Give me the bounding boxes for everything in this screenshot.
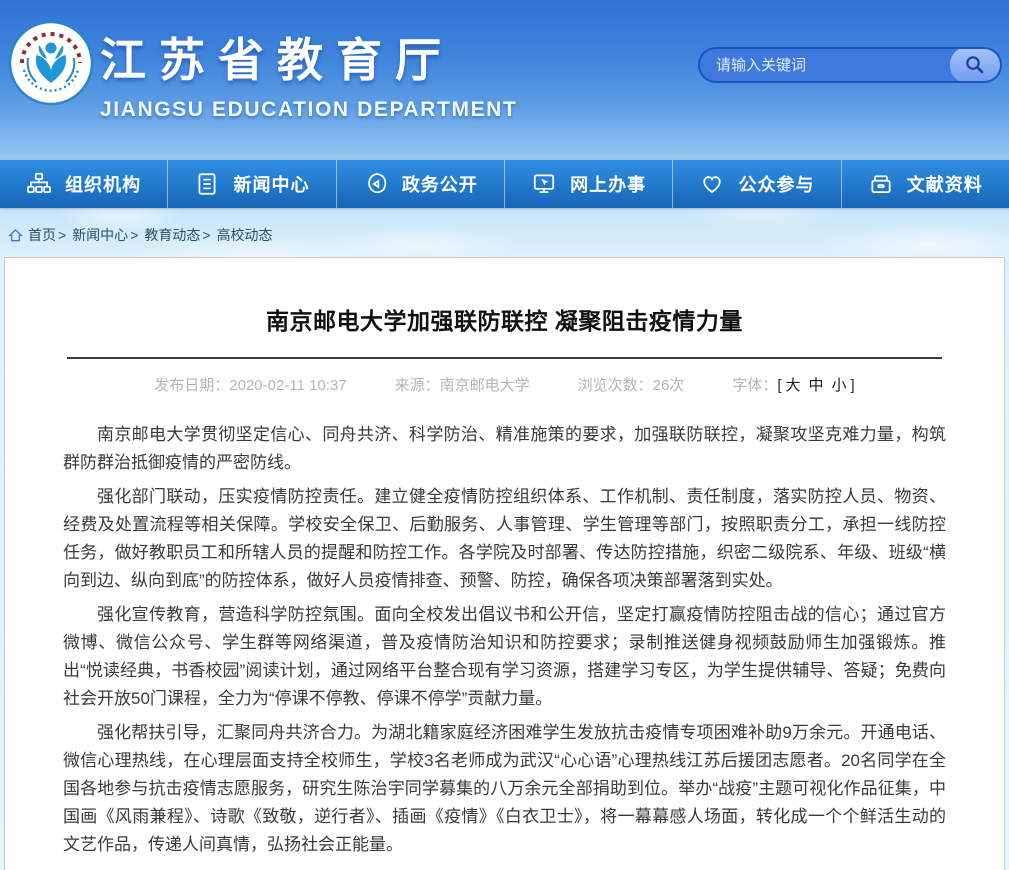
site-search xyxy=(698,47,1002,83)
article-paragraph: 强化帮扶引导，汇聚同舟共济合力。为湖北籍家庭经济困难学生发放抗击疫情专项困难补助… xyxy=(63,719,946,859)
nav-item-organization[interactable]: 组织机构 xyxy=(0,160,167,208)
article-source: 来源：南京邮电大学 xyxy=(395,374,530,395)
article-meta: 发布日期：2020-02-11 10:37 来源：南京邮电大学 浏览次数：26次… xyxy=(63,374,946,395)
title-divider xyxy=(67,357,942,359)
nav-item-disclosure[interactable]: 政务公开 xyxy=(336,160,504,208)
jiangsu-education-emblem-icon xyxy=(8,20,94,106)
nav-item-online-services[interactable]: 网上办事 xyxy=(504,160,672,208)
search-button[interactable] xyxy=(950,47,1000,83)
nav-label: 组织机构 xyxy=(65,171,141,197)
nav-item-news[interactable]: 新闻中心 xyxy=(167,160,335,208)
breadcrumb-education-trends[interactable]: 教育动态 xyxy=(144,225,200,245)
main-nav: 组织机构 新闻中心 政务公开 网上办事 公众参与 xyxy=(0,160,1009,208)
article-paragraph: 强化部门联动，压实疫情防控责任。建立健全疫情防控组织体系、工作机制、责任制度，落… xyxy=(63,483,946,595)
archive-icon xyxy=(868,171,894,197)
font-size-small-button[interactable]: 小 xyxy=(832,377,847,394)
breadcrumb-separator: > xyxy=(58,227,66,243)
breadcrumb-news-center[interactable]: 新闻中心 xyxy=(72,225,128,245)
breadcrumb-university-trends[interactable]: 高校动态 xyxy=(217,225,273,245)
search-input[interactable] xyxy=(700,57,950,74)
article-paragraph: 强化宣传教育，营造科学防控氛围。面向全校发出倡议书和公开信，坚定打赢疫情防控阻击… xyxy=(63,601,946,713)
org-chart-icon xyxy=(26,171,52,197)
breadcrumb-home[interactable]: 首页 xyxy=(28,225,56,245)
online-service-icon xyxy=(531,171,557,197)
site-subtitle: JIANGSU EDUCATION DEPARTMENT xyxy=(100,98,517,122)
site-title: 江苏省教育厅 xyxy=(100,24,517,90)
font-bracket-open: [ xyxy=(777,377,781,394)
view-count: 浏览次数：26次 xyxy=(578,374,685,395)
site-header: 江苏省教育厅 JIANGSU EDUCATION DEPARTMENT xyxy=(0,0,1009,160)
heart-icon xyxy=(699,171,725,197)
search-icon xyxy=(963,53,987,77)
nav-label: 新闻中心 xyxy=(233,171,309,197)
nav-item-documents[interactable]: 文献资料 xyxy=(841,160,1009,208)
nav-item-participation[interactable]: 公众参与 xyxy=(672,160,840,208)
publish-date: 发布日期：2020-02-11 10:37 xyxy=(154,374,346,395)
article-paragraph: 南京邮电大学贯彻坚定信心、同舟共济、科学防治、精准施策的要求，加强联防联控，凝聚… xyxy=(63,421,946,477)
nav-label: 政务公开 xyxy=(402,171,478,197)
breadcrumb-separator: > xyxy=(202,227,210,243)
breadcrumb-separator: > xyxy=(130,227,138,243)
news-doc-icon xyxy=(194,171,220,197)
font-bracket-close: ] xyxy=(851,377,855,394)
brand-block: 江苏省教育厅 JIANGSU EDUCATION DEPARTMENT xyxy=(100,24,517,122)
font-size-control: 字体：[ 大中小] xyxy=(732,374,854,395)
nav-label: 公众参与 xyxy=(738,171,814,197)
font-size-label: 字体： xyxy=(732,377,777,394)
font-size-large-button[interactable]: 大 xyxy=(786,377,801,394)
disclosure-icon xyxy=(363,171,389,197)
article-panel: 南京邮电大学加强联防联控 凝聚阻击疫情力量 发布日期：2020-02-11 10… xyxy=(4,257,1005,870)
font-size-medium-button[interactable]: 中 xyxy=(809,377,824,394)
nav-label: 网上办事 xyxy=(570,171,646,197)
home-icon xyxy=(8,228,23,243)
nav-label: 文献资料 xyxy=(907,171,983,197)
breadcrumb: 首页> 新闻中心> 教育动态> 高校动态 xyxy=(8,224,275,246)
article-title: 南京邮电大学加强联防联控 凝聚阻击疫情力量 xyxy=(63,302,946,336)
article-body: 南京邮电大学贯彻坚定信心、同舟共济、科学防治、精准施策的要求，加强联防联控，凝聚… xyxy=(63,421,946,859)
site-logo[interactable] xyxy=(8,20,94,106)
